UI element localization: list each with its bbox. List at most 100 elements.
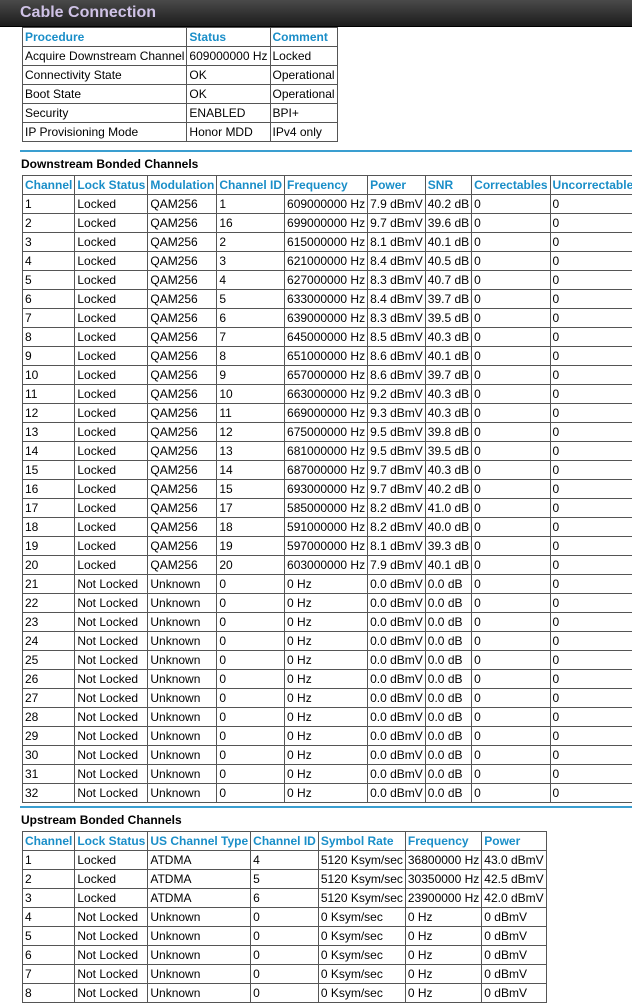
table-cell: 1 bbox=[23, 851, 75, 870]
table-cell: 0 bbox=[472, 480, 550, 499]
table-cell: 7.9 dBmV bbox=[368, 556, 426, 575]
table-row: IP Provisioning ModeHonor MDDIPv4 only bbox=[23, 123, 338, 142]
table-row: 15LockedQAM25614687000000 Hz9.7 dBmV40.3… bbox=[23, 461, 632, 480]
table-cell: 8.6 dBmV bbox=[368, 347, 426, 366]
table-cell: 6 bbox=[23, 946, 75, 965]
table-cell: 27 bbox=[23, 689, 75, 708]
table-cell: 1 bbox=[23, 195, 75, 214]
table-cell: 0 bbox=[217, 651, 285, 670]
table-row: 22Not LockedUnknown00 Hz0.0 dBmV0.0 dB00 bbox=[23, 594, 632, 613]
table-cell: 0.0 dBmV bbox=[368, 632, 426, 651]
table-cell: 0 bbox=[472, 385, 550, 404]
table-cell: 0.0 dB bbox=[425, 727, 471, 746]
table-cell: 0.0 dBmV bbox=[368, 670, 426, 689]
table-cell: 9.5 dBmV bbox=[368, 423, 426, 442]
table-cell: 0 bbox=[550, 366, 632, 385]
table-cell: 0 bbox=[217, 632, 285, 651]
table-cell: 40.5 dB bbox=[425, 252, 471, 271]
table-cell: QAM256 bbox=[148, 480, 217, 499]
table-cell: 0 dBmV bbox=[482, 908, 546, 927]
table-cell: Not Locked bbox=[75, 670, 148, 689]
table-cell: Unknown bbox=[148, 708, 217, 727]
table-cell: 0 Hz bbox=[285, 651, 368, 670]
table-cell: 0 bbox=[472, 309, 550, 328]
table-cell: 9.7 dBmV bbox=[368, 480, 426, 499]
table-cell: Locked bbox=[75, 518, 148, 537]
table-cell: 0 bbox=[472, 366, 550, 385]
table-cell: 40.3 dB bbox=[425, 461, 471, 480]
table-cell: 5 bbox=[251, 870, 319, 889]
table-cell: 0.0 dB bbox=[425, 651, 471, 670]
table-cell: ATDMA bbox=[148, 889, 251, 908]
table-row: 3LockedQAM2562615000000 Hz8.1 dBmV40.1 d… bbox=[23, 233, 632, 252]
table-cell: 0 Hz bbox=[285, 746, 368, 765]
table-cell: Locked bbox=[75, 889, 148, 908]
table-row: 2LockedATDMA55120 Ksym/sec30350000 Hz42.… bbox=[23, 870, 547, 889]
table-cell: 17 bbox=[217, 499, 285, 518]
table-cell: 2 bbox=[217, 233, 285, 252]
table-cell: 3 bbox=[23, 889, 75, 908]
table-cell: 0 Ksym/sec bbox=[318, 984, 405, 1003]
table-cell: 12 bbox=[217, 423, 285, 442]
table-cell: QAM256 bbox=[148, 271, 217, 290]
upstream-header-row: Channel Lock Status US Channel Type Chan… bbox=[23, 832, 547, 851]
table-cell: 0 bbox=[472, 537, 550, 556]
table-cell: 0.0 dBmV bbox=[368, 613, 426, 632]
table-cell: 0 bbox=[550, 746, 632, 765]
column-header: Power bbox=[368, 176, 426, 195]
table-cell: 0 bbox=[217, 765, 285, 784]
table-cell: 0 bbox=[217, 575, 285, 594]
table-cell: 0 Hz bbox=[285, 784, 368, 803]
table-cell: Locked bbox=[75, 480, 148, 499]
table-cell: 40.2 dB bbox=[425, 195, 471, 214]
table-cell: 0 Hz bbox=[405, 927, 481, 946]
table-row: 20LockedQAM25620603000000 Hz7.9 dBmV40.1… bbox=[23, 556, 632, 575]
table-cell: Locked bbox=[75, 214, 148, 233]
procedure-table: Procedure Status Comment Acquire Downstr… bbox=[22, 27, 338, 142]
table-cell: 5 bbox=[23, 271, 75, 290]
table-cell: Not Locked bbox=[75, 965, 148, 984]
table-row: SecurityENABLEDBPI+ bbox=[23, 104, 338, 123]
table-cell: 18 bbox=[23, 518, 75, 537]
table-cell: 0 bbox=[472, 765, 550, 784]
table-cell: 0 bbox=[550, 271, 632, 290]
table-cell: QAM256 bbox=[148, 347, 217, 366]
table-row: 13LockedQAM25612675000000 Hz9.5 dBmV39.8… bbox=[23, 423, 632, 442]
table-row: 7LockedQAM2566639000000 Hz8.3 dBmV39.5 d… bbox=[23, 309, 632, 328]
table-cell: 609000000 Hz bbox=[285, 195, 368, 214]
table-cell: 20 bbox=[23, 556, 75, 575]
table-cell: Not Locked bbox=[75, 727, 148, 746]
table-cell: 0 bbox=[472, 575, 550, 594]
table-cell: 4 bbox=[23, 252, 75, 271]
table-cell: 0 bbox=[472, 442, 550, 461]
table-cell: 7.9 dBmV bbox=[368, 195, 426, 214]
table-cell: 39.5 dB bbox=[425, 442, 471, 461]
table-row: 19LockedQAM25619597000000 Hz8.1 dBmV39.3… bbox=[23, 537, 632, 556]
table-cell: QAM256 bbox=[148, 556, 217, 575]
column-header: US Channel Type bbox=[148, 832, 251, 851]
table-cell: 0.0 dB bbox=[425, 765, 471, 784]
table-cell: 40.7 dB bbox=[425, 271, 471, 290]
column-header: Modulation bbox=[148, 176, 217, 195]
table-cell: 0 bbox=[550, 613, 632, 632]
table-cell: 0 bbox=[472, 290, 550, 309]
table-cell: 0 bbox=[472, 347, 550, 366]
table-cell: 0.0 dBmV bbox=[368, 651, 426, 670]
table-cell: 5 bbox=[217, 290, 285, 309]
table-row: 4LockedQAM2563621000000 Hz8.4 dBmV40.5 d… bbox=[23, 252, 632, 271]
table-cell: 0 bbox=[550, 784, 632, 803]
table-cell: 597000000 Hz bbox=[285, 537, 368, 556]
table-cell: 0 bbox=[550, 575, 632, 594]
table-cell: 0 bbox=[472, 727, 550, 746]
table-cell: 0 bbox=[550, 385, 632, 404]
table-row: 8Not LockedUnknown00 Ksym/sec0 Hz0 dBmV bbox=[23, 984, 547, 1003]
column-header: SNR bbox=[425, 176, 471, 195]
table-cell: 0 bbox=[472, 651, 550, 670]
table-cell: 0.0 dBmV bbox=[368, 784, 426, 803]
column-header: Channel bbox=[23, 176, 75, 195]
table-cell: 0.0 dB bbox=[425, 594, 471, 613]
table-cell: 0 bbox=[550, 499, 632, 518]
table-row: 28Not LockedUnknown00 Hz0.0 dBmV0.0 dB00 bbox=[23, 708, 632, 727]
table-cell: 687000000 Hz bbox=[285, 461, 368, 480]
table-cell: 3 bbox=[23, 233, 75, 252]
